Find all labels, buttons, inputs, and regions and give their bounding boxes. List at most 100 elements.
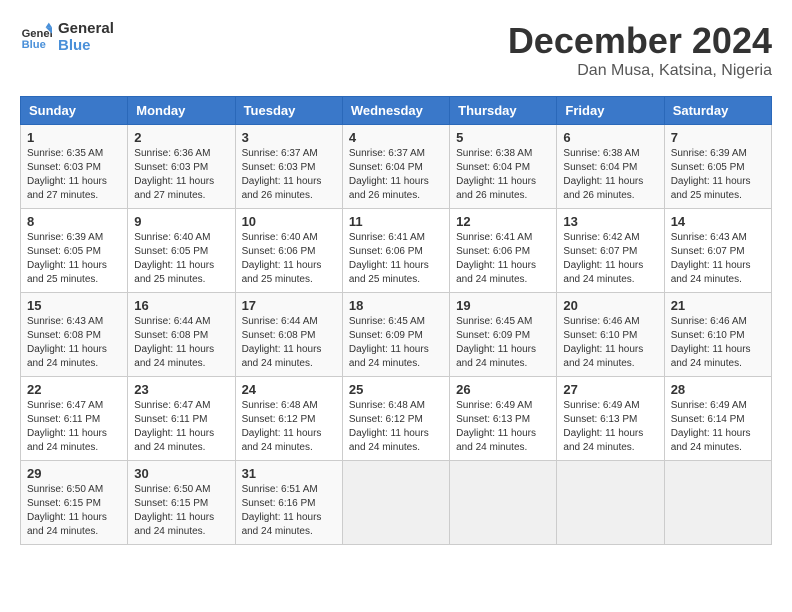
day-info: Sunrise: 6:39 AM Sunset: 6:05 PM Dayligh… <box>27 231 121 287</box>
calendar-cell: 26Sunrise: 6:49 AM Sunset: 6:13 PM Dayli… <box>450 377 557 461</box>
day-number: 18 <box>349 298 443 313</box>
day-number: 30 <box>134 466 228 481</box>
day-info: Sunrise: 6:43 AM Sunset: 6:08 PM Dayligh… <box>27 315 121 371</box>
day-number: 11 <box>349 214 443 229</box>
day-number: 20 <box>563 298 657 313</box>
day-info: Sunrise: 6:46 AM Sunset: 6:10 PM Dayligh… <box>671 315 765 371</box>
calendar-cell: 9Sunrise: 6:40 AM Sunset: 6:05 PM Daylig… <box>128 209 235 293</box>
day-info: Sunrise: 6:40 AM Sunset: 6:06 PM Dayligh… <box>242 231 336 287</box>
day-info: Sunrise: 6:38 AM Sunset: 6:04 PM Dayligh… <box>456 147 550 203</box>
calendar-cell: 13Sunrise: 6:42 AM Sunset: 6:07 PM Dayli… <box>557 209 664 293</box>
day-number: 31 <box>242 466 336 481</box>
week-row-4: 22 Sunrise: 6:47 AM Sunset: 6:11 PM Dayli… <box>21 377 772 461</box>
title-block: December 2024 Dan Musa, Katsina, Nigeria <box>508 20 772 80</box>
calendar-cell: 3 Sunrise: 6:37 AM Sunset: 6:03 PM Daylig… <box>235 125 342 209</box>
header-sunday: Sunday <box>21 97 128 125</box>
day-number: 26 <box>456 382 550 397</box>
calendar-cell: 11 Sunrise: 6:41 AM Sunset: 6:06 PM Dayli… <box>342 209 449 293</box>
calendar-cell: 24 Sunrise: 6:48 AM Sunset: 6:12 PM Dayli… <box>235 377 342 461</box>
day-info: Sunrise: 6:41 AM Sunset: 6:06 PM Dayligh… <box>456 231 550 287</box>
logo-line2: Blue <box>58 37 114 54</box>
calendar-cell <box>664 461 771 545</box>
day-number: 21 <box>671 298 765 313</box>
day-number: 10 <box>242 214 336 229</box>
calendar-cell: 4Sunrise: 6:37 AM Sunset: 6:04 PM Daylig… <box>342 125 449 209</box>
calendar-cell: 15 Sunrise: 6:43 AM Sunset: 6:08 PM Dayli… <box>21 293 128 377</box>
day-number: 25 <box>349 382 443 397</box>
day-number: 5 <box>456 130 550 145</box>
calendar-cell: 2 Sunrise: 6:36 AM Sunset: 6:03 PM Daylig… <box>128 125 235 209</box>
day-info: Sunrise: 6:48 AM Sunset: 6:12 PM Dayligh… <box>242 399 336 455</box>
day-number: 17 <box>242 298 336 313</box>
calendar-cell: 6Sunrise: 6:38 AM Sunset: 6:04 PM Daylig… <box>557 125 664 209</box>
week-row-2: 8 Sunrise: 6:39 AM Sunset: 6:05 PM Daylig… <box>21 209 772 293</box>
day-info: Sunrise: 6:38 AM Sunset: 6:04 PM Dayligh… <box>563 147 657 203</box>
day-number: 14 <box>671 214 765 229</box>
day-info: Sunrise: 6:39 AM Sunset: 6:05 PM Dayligh… <box>671 147 765 203</box>
calendar-cell: 14 Sunrise: 6:43 AM Sunset: 6:07 PM Dayli… <box>664 209 771 293</box>
day-number: 15 <box>27 298 121 313</box>
day-number: 7 <box>671 130 765 145</box>
svg-text:Blue: Blue <box>22 39 46 51</box>
day-info: Sunrise: 6:40 AM Sunset: 6:05 PM Dayligh… <box>134 231 228 287</box>
day-number: 16 <box>134 298 228 313</box>
day-number: 13 <box>563 214 657 229</box>
logo-line1: General <box>58 20 114 37</box>
calendar-cell: 8 Sunrise: 6:39 AM Sunset: 6:05 PM Daylig… <box>21 209 128 293</box>
day-info: Sunrise: 6:50 AM Sunset: 6:15 PM Dayligh… <box>134 483 228 539</box>
calendar-table: SundayMondayTuesdayWednesdayThursdayFrid… <box>20 96 772 545</box>
calendar-cell: 25 Sunrise: 6:48 AM Sunset: 6:12 PM Dayli… <box>342 377 449 461</box>
day-info: Sunrise: 6:47 AM Sunset: 6:11 PM Dayligh… <box>134 399 228 455</box>
calendar-cell: 10 Sunrise: 6:40 AM Sunset: 6:06 PM Dayli… <box>235 209 342 293</box>
calendar-cell: 27 Sunrise: 6:49 AM Sunset: 6:13 PM Dayli… <box>557 377 664 461</box>
header-monday: Monday <box>128 97 235 125</box>
day-number: 12 <box>456 214 550 229</box>
day-info: Sunrise: 6:36 AM Sunset: 6:03 PM Dayligh… <box>134 147 228 203</box>
calendar-header: SundayMondayTuesdayWednesdayThursdayFrid… <box>21 97 772 125</box>
header-saturday: Saturday <box>664 97 771 125</box>
day-number: 8 <box>27 214 121 229</box>
day-info: Sunrise: 6:51 AM Sunset: 6:16 PM Dayligh… <box>242 483 336 539</box>
day-number: 29 <box>27 466 121 481</box>
calendar-cell: 31 Sunrise: 6:51 AM Sunset: 6:16 PM Dayli… <box>235 461 342 545</box>
day-number: 24 <box>242 382 336 397</box>
day-info: Sunrise: 6:37 AM Sunset: 6:03 PM Dayligh… <box>242 147 336 203</box>
day-number: 28 <box>671 382 765 397</box>
day-info: Sunrise: 6:45 AM Sunset: 6:09 PM Dayligh… <box>456 315 550 371</box>
day-number: 27 <box>563 382 657 397</box>
day-number: 23 <box>134 382 228 397</box>
day-info: Sunrise: 6:50 AM Sunset: 6:15 PM Dayligh… <box>27 483 121 539</box>
calendar-cell <box>342 461 449 545</box>
week-row-1: 1Sunrise: 6:35 AM Sunset: 6:03 PM Daylig… <box>21 125 772 209</box>
day-info: Sunrise: 6:43 AM Sunset: 6:07 PM Dayligh… <box>671 231 765 287</box>
calendar-cell: 18 Sunrise: 6:45 AM Sunset: 6:09 PM Dayli… <box>342 293 449 377</box>
day-info: Sunrise: 6:37 AM Sunset: 6:04 PM Dayligh… <box>349 147 443 203</box>
header-row: SundayMondayTuesdayWednesdayThursdayFrid… <box>21 97 772 125</box>
day-number: 22 <box>27 382 121 397</box>
calendar-cell: 12 Sunrise: 6:41 AM Sunset: 6:06 PM Dayli… <box>450 209 557 293</box>
week-row-3: 15 Sunrise: 6:43 AM Sunset: 6:08 PM Dayli… <box>21 293 772 377</box>
day-number: 2 <box>134 130 228 145</box>
calendar-cell: 29 Sunrise: 6:50 AM Sunset: 6:15 PM Dayli… <box>21 461 128 545</box>
header-friday: Friday <box>557 97 664 125</box>
header-wednesday: Wednesday <box>342 97 449 125</box>
day-info: Sunrise: 6:49 AM Sunset: 6:13 PM Dayligh… <box>563 399 657 455</box>
day-info: Sunrise: 6:49 AM Sunset: 6:14 PM Dayligh… <box>671 399 765 455</box>
calendar-cell: 30 Sunrise: 6:50 AM Sunset: 6:15 PM Dayli… <box>128 461 235 545</box>
svg-text:General: General <box>22 28 52 40</box>
day-info: Sunrise: 6:41 AM Sunset: 6:06 PM Dayligh… <box>349 231 443 287</box>
calendar-cell: 5 Sunrise: 6:38 AM Sunset: 6:04 PM Daylig… <box>450 125 557 209</box>
calendar-cell: 7 Sunrise: 6:39 AM Sunset: 6:05 PM Daylig… <box>664 125 771 209</box>
day-info: Sunrise: 6:48 AM Sunset: 6:12 PM Dayligh… <box>349 399 443 455</box>
day-info: Sunrise: 6:44 AM Sunset: 6:08 PM Dayligh… <box>242 315 336 371</box>
calendar-cell: 28 Sunrise: 6:49 AM Sunset: 6:14 PM Dayli… <box>664 377 771 461</box>
logo: General Blue General Blue <box>20 20 114 55</box>
day-number: 3 <box>242 130 336 145</box>
calendar-cell <box>450 461 557 545</box>
calendar-cell: 1Sunrise: 6:35 AM Sunset: 6:03 PM Daylig… <box>21 125 128 209</box>
day-info: Sunrise: 6:45 AM Sunset: 6:09 PM Dayligh… <box>349 315 443 371</box>
day-number: 1 <box>27 130 121 145</box>
calendar-cell <box>557 461 664 545</box>
week-row-5: 29 Sunrise: 6:50 AM Sunset: 6:15 PM Dayli… <box>21 461 772 545</box>
calendar-cell: 23 Sunrise: 6:47 AM Sunset: 6:11 PM Dayli… <box>128 377 235 461</box>
